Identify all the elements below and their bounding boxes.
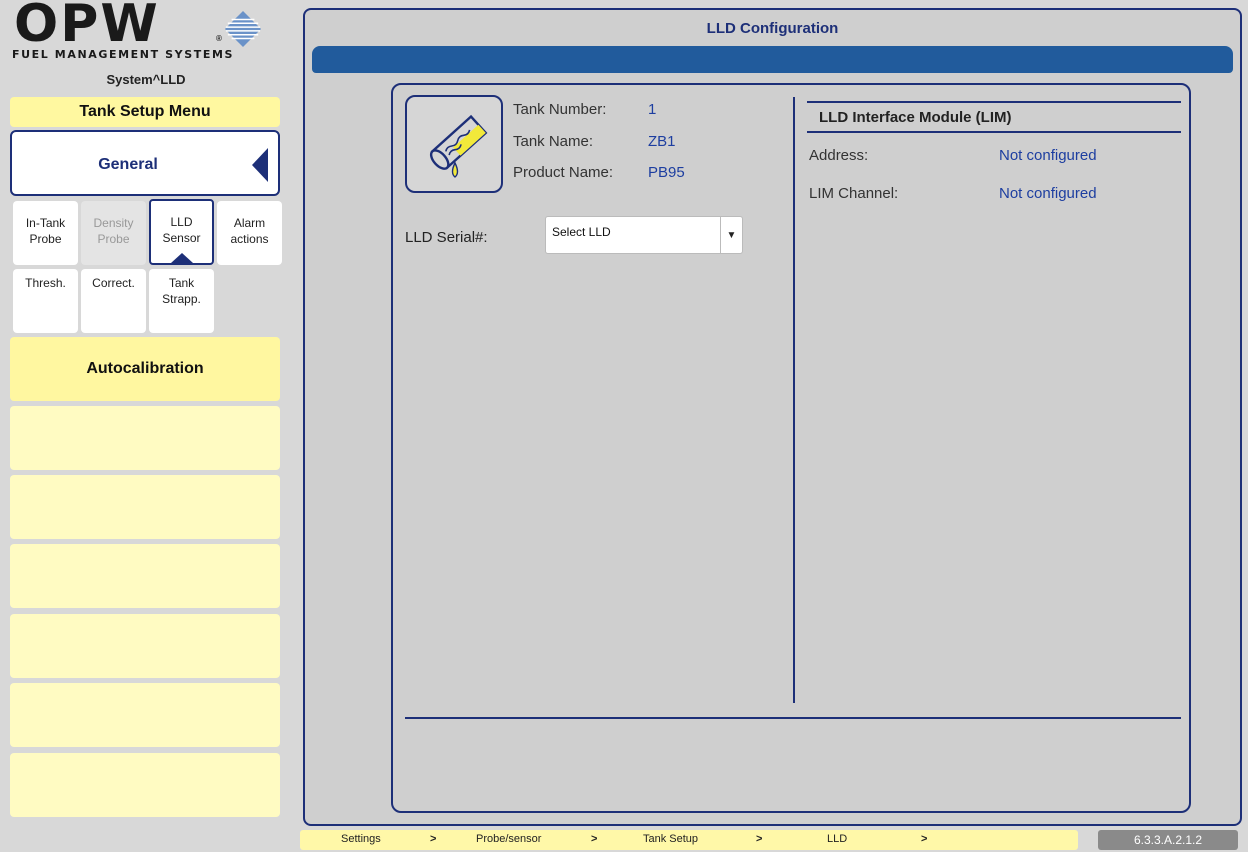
tab-in-tank-probe[interactable]: In-Tank Probe (13, 201, 78, 265)
general-button[interactable]: General (10, 130, 280, 196)
opw-logo: OPW ® FUEL MANAGEMENT SYSTEMS (10, 0, 282, 66)
lim-header-bottom-rule (807, 131, 1181, 133)
breadcrumb: Settings > Probe/sensor > Tank Setup > L… (300, 830, 1078, 850)
lim-section-title: LLD Interface Module (LIM) (819, 109, 1012, 126)
lim-header-top-rule (807, 101, 1181, 103)
breadcrumb-separator: > (591, 833, 598, 845)
lim-channel-value: Not configured (999, 185, 1097, 202)
lim-address-label: Address: (809, 147, 869, 164)
empty-menu-button[interactable] (10, 406, 280, 470)
empty-menu-button[interactable] (10, 614, 280, 678)
opw-diamond-icon (224, 10, 262, 48)
system-path-label: System^LLD (106, 72, 186, 87)
breadcrumb-item-probe-sensor[interactable]: Probe/sensor (476, 833, 541, 845)
product-name-value: PB95 (648, 164, 685, 181)
lld-serial-select[interactable]: Select LLD ▼ (545, 216, 743, 254)
breadcrumb-item-lld[interactable]: LLD (827, 833, 847, 845)
logo-wordmark: OPW (14, 0, 160, 54)
active-tab-caret-icon (170, 253, 193, 263)
logo-tagline: FUEL MANAGEMENT SYSTEMS (12, 48, 235, 61)
tab-tank-strapp[interactable]: Tank Strapp. (149, 269, 214, 333)
general-button-label: General (98, 156, 158, 173)
title-bar (312, 46, 1233, 73)
tab-label-line2: Strapp. (162, 292, 201, 306)
tank-pipe-icon (429, 114, 488, 178)
tank-number-value: 1 (648, 101, 657, 118)
logo-registered-mark: ® (216, 34, 222, 43)
tab-thresh[interactable]: Thresh. (13, 269, 78, 333)
tab-label-line1: In-Tank (25, 216, 66, 230)
tab-label-line2: actions (230, 232, 269, 246)
lim-address-value: Not configured (999, 147, 1097, 164)
product-name-label: Product Name: (513, 164, 614, 181)
empty-menu-button[interactable] (10, 683, 280, 747)
tab-density-probe: Density Probe (81, 201, 146, 265)
breadcrumb-item-tank-setup[interactable]: Tank Setup (643, 833, 698, 845)
main-panel: LLD Configuration Tank Number: 1 Tank Na… (303, 8, 1242, 826)
breadcrumb-item-settings[interactable]: Settings (341, 833, 381, 845)
horizontal-divider (405, 717, 1181, 719)
page-title: LLD Configuration (706, 20, 839, 37)
vertical-divider (793, 97, 795, 703)
autocalibration-button[interactable]: Autocalibration (10, 337, 280, 401)
tab-label-line2: Probe (29, 232, 62, 246)
empty-menu-button[interactable] (10, 475, 280, 539)
tab-lld-sensor[interactable]: LLD Sensor (149, 199, 214, 265)
version-label: 6.3.3.A.2.1.2 (1098, 830, 1238, 850)
tab-alarm-actions[interactable]: Alarm actions (217, 201, 282, 265)
lim-channel-label: LIM Channel: (809, 185, 899, 202)
tank-icon-box (405, 95, 503, 193)
empty-menu-button[interactable] (10, 544, 280, 608)
tab-label-line1: Thresh. (25, 276, 66, 290)
tank-name-value: ZB1 (648, 133, 676, 150)
breadcrumb-separator: > (756, 833, 763, 845)
tab-label-line2: Probe (97, 232, 130, 246)
empty-menu-button[interactable] (10, 753, 280, 817)
tab-label-line1: Density (93, 216, 134, 230)
tab-label-line1: LLD (170, 215, 193, 229)
tab-label-line1: Correct. (92, 276, 135, 290)
tab-label-line1: Alarm (233, 216, 266, 230)
breadcrumb-separator: > (921, 833, 928, 845)
tab-label-line1: Tank (168, 276, 195, 290)
lld-serial-selected-value: Select LLD (552, 225, 611, 239)
lld-config-panel: Tank Number: 1 Tank Name: ZB1 Product Na… (391, 83, 1191, 813)
tank-number-label: Tank Number: (513, 101, 607, 118)
triangle-left-icon (252, 148, 268, 182)
tab-label-line2: Sensor (162, 231, 201, 245)
tank-name-label: Tank Name: (513, 133, 594, 150)
tank-setup-menu-title: Tank Setup Menu (10, 97, 280, 127)
lld-serial-label: LLD Serial#: (405, 229, 488, 246)
triangle-down-icon[interactable]: ▼ (720, 217, 742, 253)
tab-correct[interactable]: Correct. (81, 269, 146, 333)
breadcrumb-separator: > (430, 833, 437, 845)
